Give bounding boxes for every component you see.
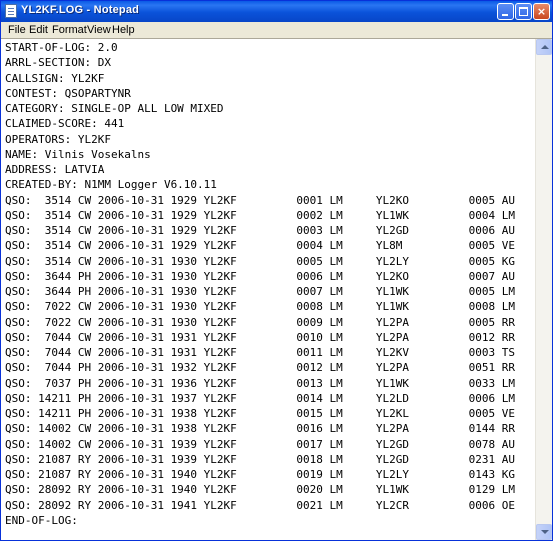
text-line: END-OF-LOG: [5, 513, 78, 527]
minimize-button[interactable] [497, 3, 514, 20]
text-line: QSO: 14002 CW 2006-10-31 1939 YL2KF 0017… [5, 437, 515, 451]
notepad-icon[interactable] [5, 4, 17, 18]
text-line: QSO: 7022 CW 2006-10-31 1930 YL2KF 0009 … [5, 315, 515, 329]
close-icon: × [536, 5, 547, 18]
text-line: QSO: 28092 RY 2006-10-31 1940 YL2KF 0020… [5, 483, 515, 497]
text-line: QSO: 3514 CW 2006-10-31 1930 YL2KF 0005 … [5, 254, 515, 268]
text-line: QSO: 7037 PH 2006-10-31 1936 YL2KF 0013 … [5, 376, 515, 390]
vertical-scrollbar[interactable] [535, 39, 552, 540]
close-button[interactable]: × [533, 3, 550, 20]
text-line: QSO: 14211 PH 2006-10-31 1937 YL2KF 0014… [5, 391, 515, 405]
menu-edit[interactable]: Edit [29, 24, 48, 36]
text-line: CALLSIGN: YL2KF [5, 71, 105, 85]
text-line: START-OF-LOG: 2.0 [5, 41, 118, 54]
text-line: CREATED-BY: N1MM Logger V6.10.11 [5, 178, 217, 192]
scroll-up-arrow-icon [541, 45, 549, 49]
window-title: YL2KF.LOG - Notepad [21, 4, 140, 16]
text-line: CONTEST: QSOPARTYNR [5, 86, 131, 100]
menu-view[interactable]: View [87, 24, 111, 36]
text-line: QSO: 7044 CW 2006-10-31 1931 YL2KF 0010 … [5, 330, 515, 344]
title-bar[interactable]: YL2KF.LOG - Notepad × [1, 1, 552, 22]
text-line: OPERATORS: YL2KF [5, 132, 111, 146]
scroll-up-button[interactable] [536, 39, 552, 55]
text-editor[interactable]: START-OF-LOG: 2.0 ARRL-SECTION: DX CALLSIG… [5, 40, 533, 536]
menu-file[interactable]: File [8, 24, 26, 36]
menu-bar: File Edit Format View Help [1, 22, 552, 38]
text-line: QSO: 3644 PH 2006-10-31 1930 YL2KF 0006 … [5, 269, 515, 283]
maximize-icon [519, 7, 528, 16]
text-line: QSO: 7022 CW 2006-10-31 1930 YL2KF 0008 … [5, 300, 515, 314]
notepad-window: YL2KF.LOG - Notepad × File Edit Format V… [0, 0, 553, 541]
text-line: NAME: Vilnis Vosekalns [5, 147, 151, 161]
text-line: QSO: 3514 CW 2006-10-31 1929 YL2KF 0001 … [5, 193, 515, 207]
text-line: QSO: 3644 PH 2006-10-31 1930 YL2KF 0007 … [5, 285, 515, 298]
text-line: QSO: 7044 PH 2006-10-31 1932 YL2KF 0012 … [5, 361, 515, 375]
scroll-down-arrow-icon [541, 530, 549, 534]
text-line: QSO: 21087 RY 2006-10-31 1939 YL2KF 0018… [5, 452, 515, 466]
text-line: QSO: 3514 CW 2006-10-31 1929 YL2KF 0004 … [5, 239, 515, 253]
scroll-down-button[interactable] [536, 524, 552, 540]
text-line: QSO: 3514 CW 2006-10-31 1929 YL2KF 0002 … [5, 208, 515, 222]
text-line: CATEGORY: SINGLE-OP ALL LOW MIXED [5, 102, 224, 115]
text-line: QSO: 3514 CW 2006-10-31 1929 YL2KF 0003 … [5, 224, 515, 237]
text-line: QSO: 7044 CW 2006-10-31 1931 YL2KF 0011 … [5, 346, 515, 359]
editor-area: START-OF-LOG: 2.0 ARRL-SECTION: DX CALLSIG… [1, 38, 552, 540]
minimize-icon [502, 14, 508, 16]
menu-format[interactable]: Format [52, 24, 87, 36]
text-line: CLAIMED-SCORE: 441 [5, 117, 125, 131]
maximize-button[interactable] [515, 3, 532, 20]
menu-help[interactable]: Help [112, 24, 135, 36]
text-line: QSO: 21087 RY 2006-10-31 1940 YL2KF 0019… [5, 468, 515, 481]
text-line: ADDRESS: LATVIA [5, 163, 105, 176]
text-line: QSO: 14002 CW 2006-10-31 1938 YL2KF 0016… [5, 422, 515, 436]
text-line: QSO: 28092 RY 2006-10-31 1941 YL2KF 0021… [5, 498, 515, 512]
text-line: QSO: 14211 PH 2006-10-31 1938 YL2KF 0015… [5, 407, 515, 420]
text-line: ARRL-SECTION: DX [5, 56, 111, 70]
